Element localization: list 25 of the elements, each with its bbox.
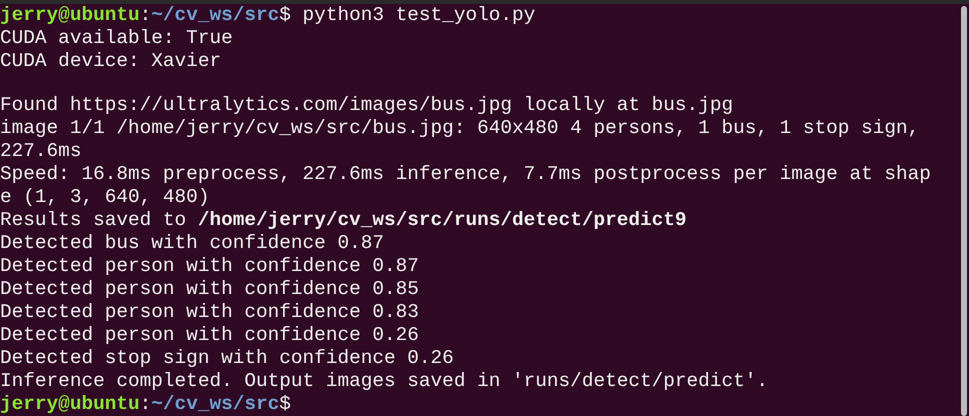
output-line: Detected person with confidence 0.26 bbox=[0, 324, 419, 347]
output-line: image 1/1 /home/jerry/cv_ws/src/bus.jpg: 640x480 4 persons, 1 bus, 1 stop sign, bbox=[0, 117, 920, 140]
output-line: CUDA device: Xavier bbox=[0, 50, 222, 73]
command-text: python3 test_yolo.py bbox=[302, 4, 536, 27]
output-line: Detected person with confidence 0.83 bbox=[0, 301, 419, 324]
prompt-symbol: $ bbox=[279, 4, 291, 27]
output-line: Inference completed. Output images saved in 'runs/detect/predict'. bbox=[0, 370, 768, 393]
output-line: 227.6ms bbox=[0, 140, 82, 163]
output-line: CUDA available: True bbox=[0, 27, 233, 50]
prompt-separator: : bbox=[140, 393, 152, 416]
output-line: Results saved to /home/jerry/cv_ws/src/runs/detect/predict9 bbox=[0, 209, 687, 232]
output-line: Found https://ultralytics.com/images/bus.jpg locally at bus.jpg bbox=[0, 94, 734, 117]
output-line: Speed: 16.8ms preprocess, 227.6ms inference, 7.7ms postprocess per image at shap bbox=[0, 163, 931, 186]
prompt-path: ~/cv_ws/src bbox=[151, 393, 280, 416]
prompt-path: ~/cv_ws/src bbox=[151, 4, 280, 27]
output-line: Detected bus with confidence 0.87 bbox=[0, 232, 384, 255]
prompt-symbol: $ bbox=[279, 393, 291, 416]
output-line: Detected person with confidence 0.87 bbox=[0, 255, 419, 278]
output-line: e (1, 3, 640, 480) bbox=[0, 186, 210, 209]
prompt-user: jerry@ubuntu bbox=[0, 393, 140, 416]
output-line: Detected stop sign with confidence 0.26 bbox=[0, 347, 454, 370]
output-line: Detected person with confidence 0.85 bbox=[0, 278, 419, 301]
prompt-user: jerry@ubuntu bbox=[0, 4, 140, 27]
scrollbar[interactable] bbox=[961, 6, 967, 416]
prompt-separator: : bbox=[140, 4, 152, 27]
